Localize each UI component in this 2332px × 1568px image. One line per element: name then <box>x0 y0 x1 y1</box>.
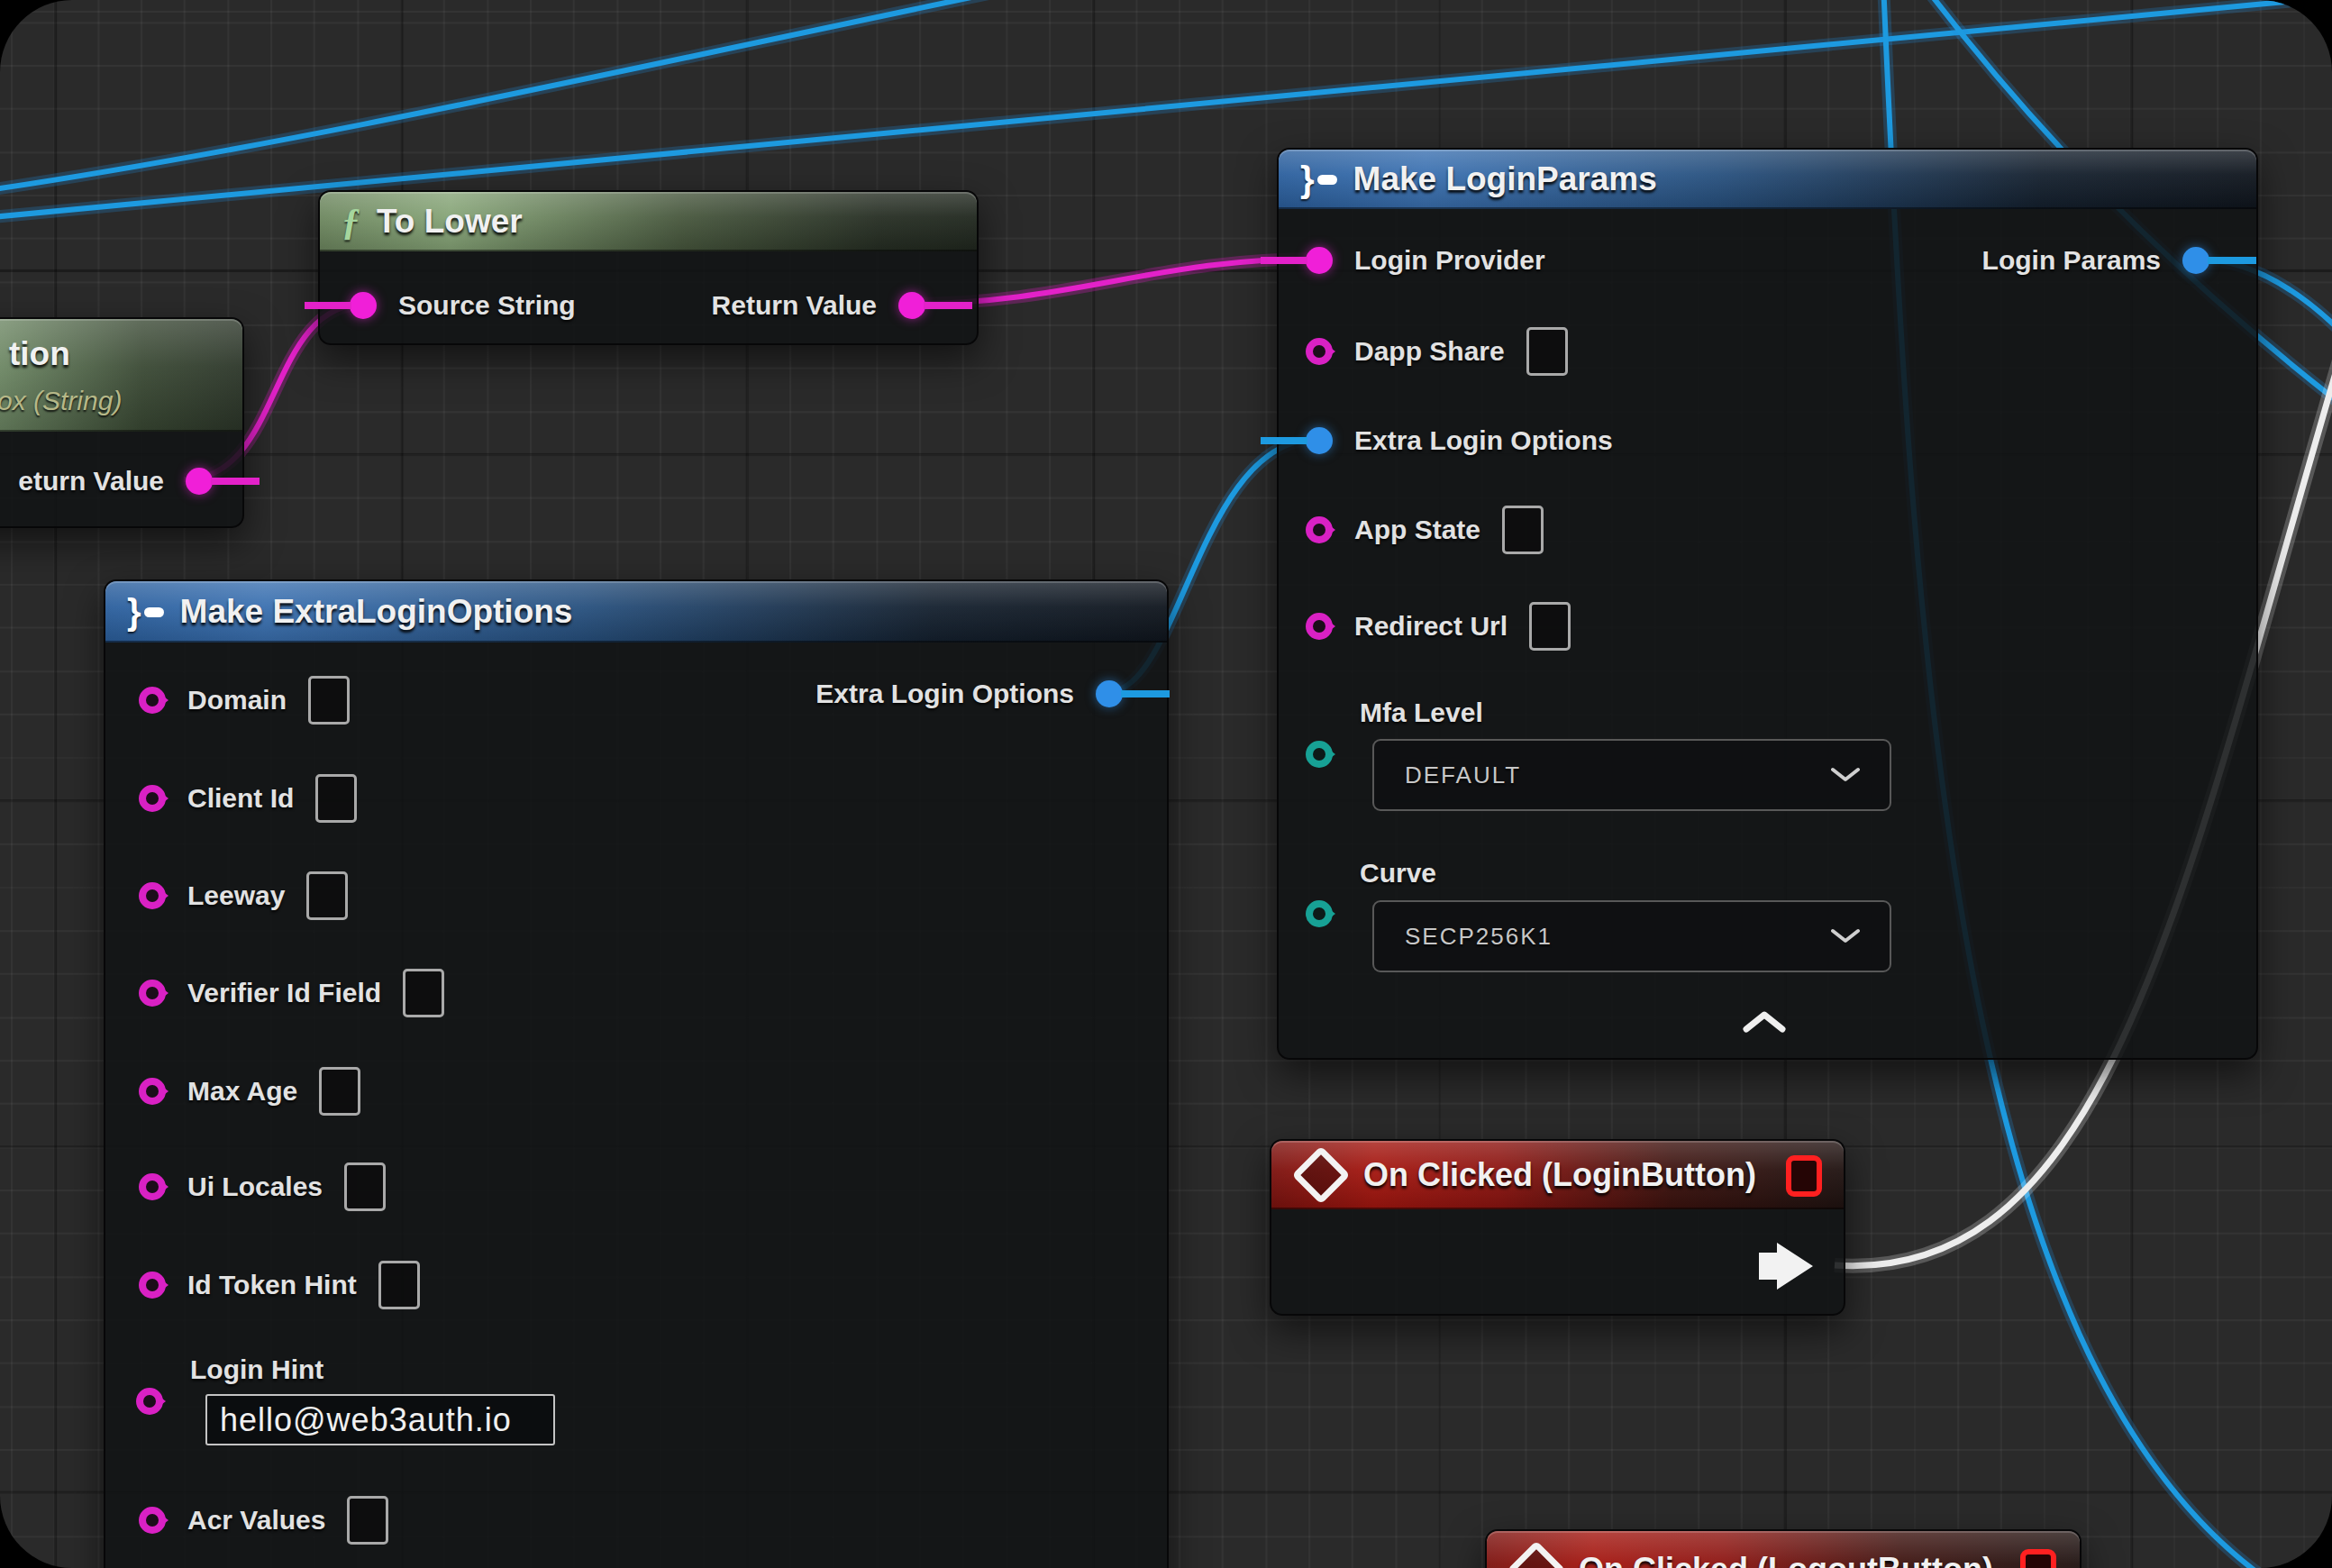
login-provider-pin[interactable] <box>1306 247 1333 274</box>
exec-out-pin[interactable] <box>1759 1243 1842 1290</box>
mfa-level-pin[interactable] <box>1306 741 1333 768</box>
pin-label: Id Token Hint <box>187 1270 357 1300</box>
extra-login-options-pin[interactable] <box>1306 427 1333 454</box>
node-make-loginparams[interactable]: } Make LoginParams Login Provider Dapp S… <box>1277 148 2258 1060</box>
extra-login-options-out-pin[interactable] <box>1096 680 1123 707</box>
pin-label: Extra Login Options <box>1354 425 1613 456</box>
pin-label: Acr Values <box>187 1505 325 1536</box>
node-title-fragment: tion <box>9 335 70 373</box>
make-struct-icon: } <box>1300 161 1337 197</box>
verifier-id-field-checkbox[interactable] <box>403 969 444 1017</box>
dapp-share-pin[interactable] <box>1306 338 1333 365</box>
pin-label: eturn Value <box>18 466 164 497</box>
mfa-level-dropdown[interactable]: DEFAULT <box>1372 739 1891 811</box>
delegate-square-icon[interactable] <box>1786 1155 1822 1197</box>
mfa-level-value: DEFAULT <box>1374 761 1521 789</box>
node-title: Make LoginParams <box>1353 160 1657 198</box>
leeway-pin[interactable] <box>139 882 166 909</box>
node-header: On Clicked (LoginButton) <box>1271 1141 1844 1209</box>
node-subtitle-fragment: ox (String) <box>0 386 122 416</box>
client-id-pin[interactable] <box>139 785 166 812</box>
node-get-text-partial[interactable]: tion ox (String) eturn Value <box>0 317 244 528</box>
id-token-hint-pin[interactable] <box>139 1272 166 1299</box>
node-title: Make ExtraLoginOptions <box>180 593 573 631</box>
pin-label: Leeway <box>187 880 285 911</box>
curve-label: Curve <box>1360 858 1436 889</box>
app-state-checkbox[interactable] <box>1502 506 1544 554</box>
node-to-lower[interactable]: ƒ To Lower Source String Return Value <box>318 190 979 345</box>
app-state-pin[interactable] <box>1306 516 1333 543</box>
node-title: To Lower <box>377 203 523 241</box>
leeway-checkbox[interactable] <box>306 871 348 920</box>
pin-label: Source String <box>398 290 576 321</box>
pin-label: Redirect Url <box>1354 611 1508 642</box>
pin-label-login-hint: Login Hint <box>190 1354 323 1385</box>
node-on-clicked-logoutbutton[interactable]: On Clicked (LogoutButton) <box>1485 1529 2081 1568</box>
node-on-clicked-loginbutton[interactable]: On Clicked (LoginButton) <box>1270 1139 1845 1316</box>
pin-label: Ui Locales <box>187 1171 323 1202</box>
pin-label: Max Age <box>187 1076 297 1107</box>
client-id-checkbox[interactable] <box>315 774 357 823</box>
pin-label: Login Params <box>1982 245 2161 276</box>
node-header: ƒ To Lower <box>320 192 977 251</box>
ui-locales-pin[interactable] <box>139 1173 166 1200</box>
mfa-level-label: Mfa Level <box>1360 697 1483 728</box>
redirect-url-pin[interactable] <box>1306 613 1333 640</box>
domain-pin[interactable] <box>139 687 166 714</box>
collapse-chevron-icon[interactable] <box>1741 1010 1788 1034</box>
chevron-down-icon <box>1830 767 1861 783</box>
curve-pin[interactable] <box>1306 900 1333 927</box>
ui-locales-checkbox[interactable] <box>344 1162 386 1211</box>
login-hint-pin[interactable] <box>136 1388 163 1415</box>
verifier-id-field-pin[interactable] <box>139 980 166 1007</box>
pin-label: Verifier Id Field <box>187 978 381 1008</box>
return-value-pin[interactable] <box>898 292 925 319</box>
blueprint-canvas[interactable]: tion ox (String) eturn Value ƒ To Lower … <box>0 0 2332 1568</box>
pin-label: Login Provider <box>1354 245 1545 276</box>
delegate-square-icon[interactable] <box>2020 1549 2056 1568</box>
redirect-url-checkbox[interactable] <box>1529 602 1571 651</box>
source-string-pin[interactable] <box>350 292 377 319</box>
pin-label: Client Id <box>187 783 294 814</box>
return-value-pin[interactable] <box>186 468 213 495</box>
pin-label: Return Value <box>712 290 877 321</box>
pin-label: Dapp Share <box>1354 336 1505 367</box>
function-icon: ƒ <box>342 203 360 241</box>
pin-label: Extra Login Options <box>815 679 1074 709</box>
dapp-share-checkbox[interactable] <box>1526 327 1568 376</box>
chevron-down-icon <box>1830 928 1861 944</box>
node-header: } Make ExtraLoginOptions <box>105 581 1167 643</box>
acr-values-checkbox[interactable] <box>347 1496 388 1545</box>
node-header: On Clicked (LogoutButton) <box>1487 1531 2080 1568</box>
curve-value: SECP256K1 <box>1374 923 1553 951</box>
login-hint-input[interactable] <box>205 1394 555 1445</box>
node-title: On Clicked (LoginButton) <box>1363 1156 1756 1194</box>
pin-label: Domain <box>187 685 287 716</box>
pin-label: App State <box>1354 515 1480 545</box>
make-struct-icon: } <box>127 594 164 630</box>
login-params-out-pin[interactable] <box>2182 247 2209 274</box>
max-age-pin[interactable] <box>139 1078 166 1105</box>
node-header: } Make LoginParams <box>1279 150 2256 209</box>
node-make-extraloginoptions[interactable]: } Make ExtraLoginOptions Domain Client I… <box>104 579 1169 1568</box>
id-token-hint-checkbox[interactable] <box>378 1261 420 1309</box>
domain-checkbox[interactable] <box>308 676 350 725</box>
acr-values-pin[interactable] <box>139 1507 166 1534</box>
screenshot-frame: tion ox (String) eturn Value ƒ To Lower … <box>0 0 2332 1568</box>
curve-dropdown[interactable]: SECP256K1 <box>1372 900 1891 972</box>
node-title: On Clicked (LogoutButton) <box>1579 1551 1993 1568</box>
max-age-checkbox[interactable] <box>319 1067 360 1116</box>
